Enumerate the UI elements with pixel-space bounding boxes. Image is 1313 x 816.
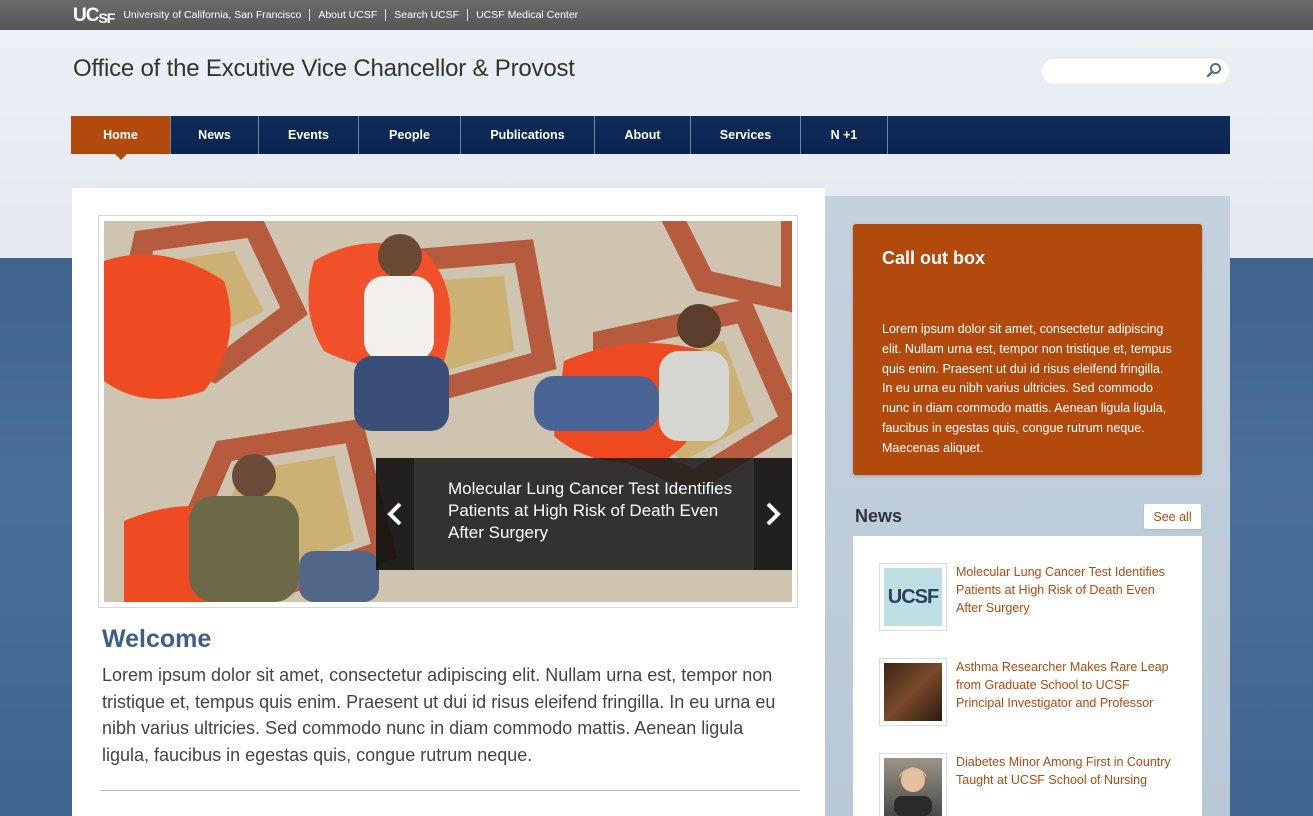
util-link-medical-center[interactable]: UCSF Medical Center [467, 9, 586, 21]
util-link-ucsf[interactable]: University of California, San Francisco [123, 9, 309, 21]
utility-bar: UCSF University of California, San Franc… [0, 0, 1313, 30]
nav-news[interactable]: News [171, 116, 259, 154]
news-link[interactable]: Diabetes Minor Among First in Country Ta… [956, 753, 1171, 789]
slide-caption-text[interactable]: Molecular Lung Cancer Test Identifies Pa… [448, 478, 733, 544]
search-input[interactable] [1041, 57, 1201, 84]
callout-title: Call out box [882, 248, 985, 268]
welcome-title: Welcome [102, 625, 212, 653]
nav-about[interactable]: About [595, 116, 691, 154]
sidebar: Call out box Lorem ipsum dolor sit amet,… [825, 196, 1230, 816]
news-list: UCSF Molecular Lung Cancer Test Identifi… [853, 536, 1202, 816]
news-heading: News [855, 506, 903, 526]
chevron-right-icon [766, 502, 781, 526]
chevron-left-icon [387, 502, 402, 526]
nav-publications[interactable]: Publications [461, 116, 595, 154]
ucsf-thumb-logo: UCSF [884, 568, 942, 626]
search-box [1041, 57, 1230, 84]
ucsf-logo[interactable]: UCSF [73, 6, 115, 25]
callout-box: Call out box Lorem ipsum dolor sit amet,… [853, 224, 1202, 475]
image-slider: Molecular Lung Cancer Test Identifies Pa… [98, 215, 798, 608]
slide-prev-button[interactable] [376, 458, 414, 570]
welcome-text: Lorem ipsum dolor sit amet, consectetur … [102, 665, 776, 765]
news-thumb-photo [884, 758, 942, 816]
search-icon[interactable] [1206, 62, 1222, 78]
util-link-about[interactable]: About UCSF [309, 9, 385, 21]
content-divider [100, 790, 800, 791]
portrait-illustration [894, 767, 932, 816]
callout-text: Lorem ipsum dolor sit amet, consectetur … [882, 322, 1172, 455]
see-all-button[interactable]: See all [1144, 504, 1201, 529]
slide-photo: Molecular Lung Cancer Test Identifies Pa… [104, 221, 792, 602]
nav-services[interactable]: Services [691, 116, 801, 154]
nav-home[interactable]: Home [71, 116, 171, 160]
news-thumb-photo [884, 663, 942, 721]
main-content: Molecular Lung Cancer Test Identifies Pa… [72, 188, 825, 816]
nav-n-plus-1[interactable]: N +1 [801, 116, 888, 154]
nav-people[interactable]: People [359, 116, 461, 154]
news-link[interactable]: Asthma Researcher Makes Rare Leap from G… [956, 658, 1171, 712]
thumb-logo-text: UCSF [887, 585, 939, 608]
news-thumbnail[interactable] [879, 658, 947, 726]
slide-caption: Molecular Lung Cancer Test Identifies Pa… [376, 458, 792, 570]
slide-next-button[interactable] [754, 458, 792, 570]
site-title: Office of the Excutive Vice Chancellor &… [73, 55, 575, 82]
util-link-search[interactable]: Search UCSF [385, 9, 467, 21]
main-nav: Home News Events People Publications Abo… [71, 116, 1230, 160]
news-link[interactable]: Molecular Lung Cancer Test Identifies Pa… [956, 563, 1171, 617]
news-thumbnail[interactable] [879, 753, 947, 816]
nav-events[interactable]: Events [259, 116, 359, 154]
news-thumbnail[interactable]: UCSF [879, 563, 947, 631]
